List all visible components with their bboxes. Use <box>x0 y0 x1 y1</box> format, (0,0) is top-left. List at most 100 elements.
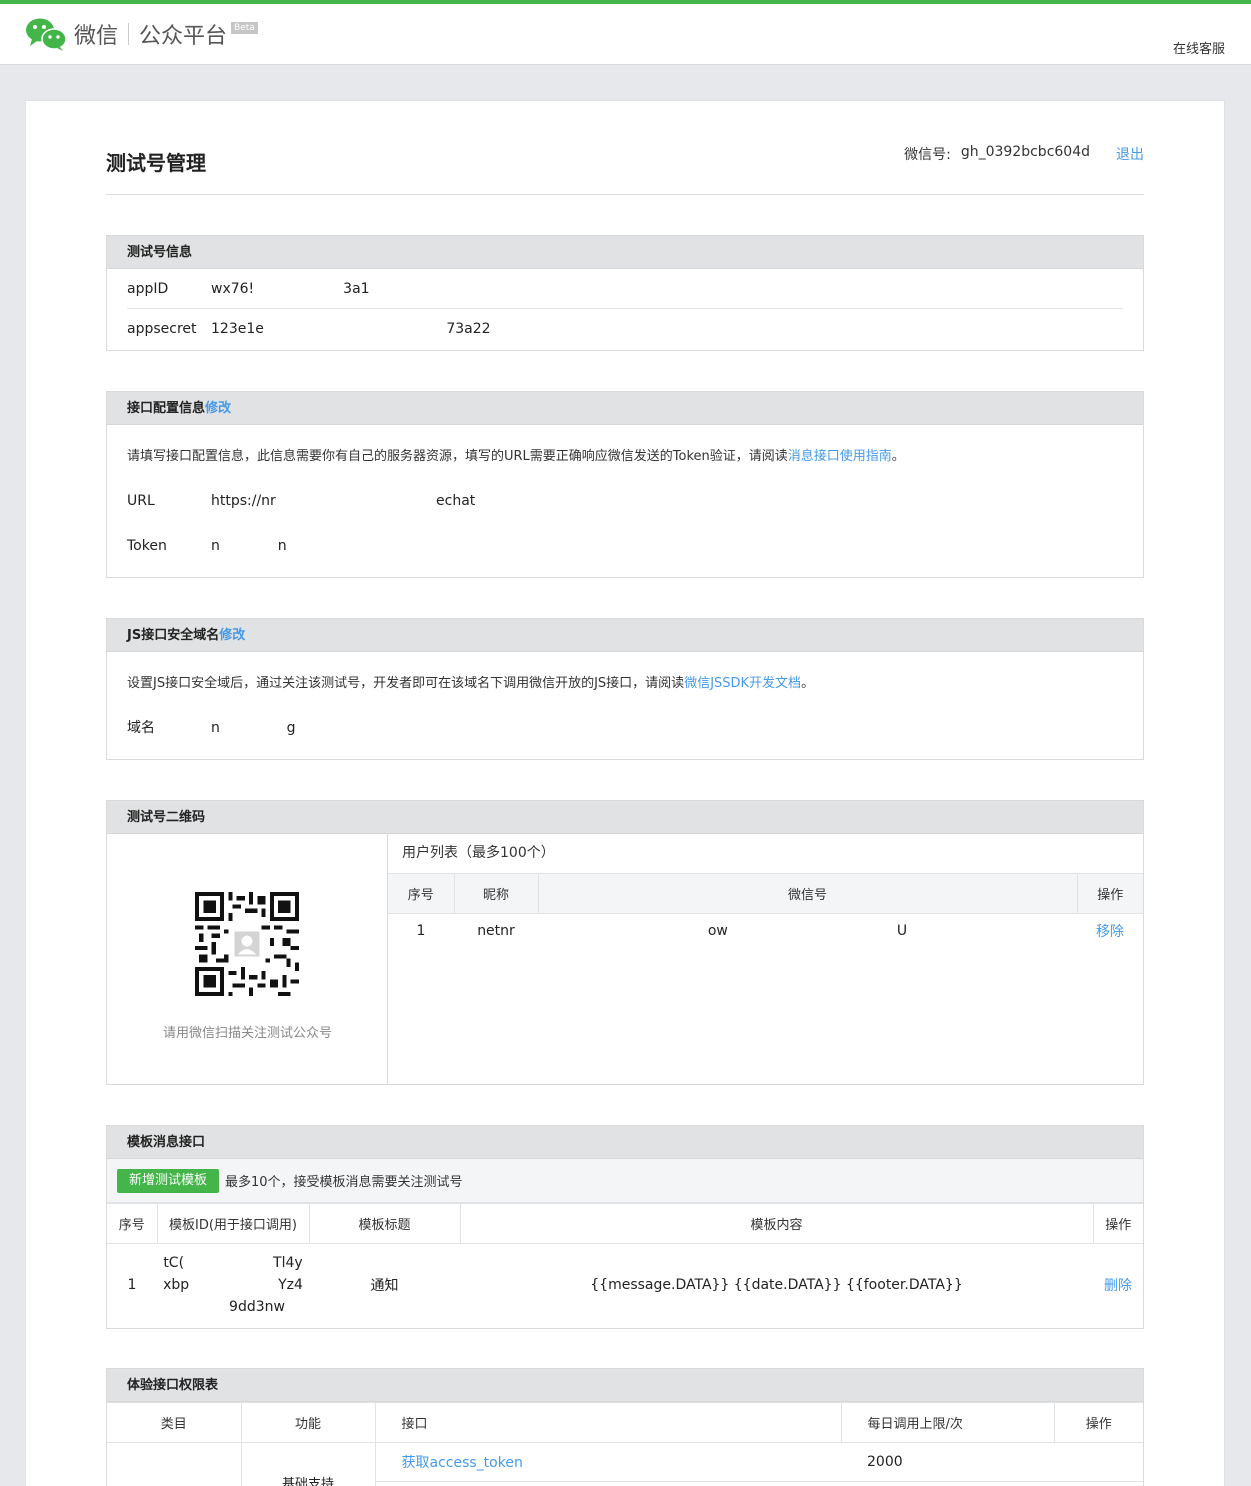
col-header-template-content: 模板内容 <box>459 1203 1094 1244</box>
desc-end: 。 <box>801 676 815 691</box>
account-value: gh_0392bcbc604d <box>960 144 1090 160</box>
table-row: 1 tC( Tl4y xbp Yz4 9dd3nw 通知 {{message.D… <box>107 1244 1143 1326</box>
appsecret-value: 123e1e 73a22 <box>211 321 491 337</box>
section-title: 测试号信息 <box>107 236 1143 269</box>
col-header-action: 操作 <box>1092 1203 1143 1244</box>
appid-value: wx76! 3a1 <box>211 281 370 297</box>
api-config-edit-link[interactable]: 修改 <box>205 401 231 416</box>
table-row: 基础支持 获取access_token 2000 <box>107 1442 1143 1486</box>
token-label: Token <box>127 538 167 554</box>
template-content: {{message.DATA}} {{date.DATA}} {{footer.… <box>590 1276 963 1293</box>
jssdk-doc-link[interactable]: 微信JSSDK开发文档 <box>684 676 801 691</box>
js-domain-section: JS接口安全域名修改 设置JS接口安全域后，通过关注该测试号，开发者即可在该域名… <box>106 618 1144 760</box>
wechat-logo-icon <box>24 16 68 52</box>
permission-limit-empty <box>841 1482 1054 1486</box>
template-id-line: tC( Tl4y <box>163 1254 303 1271</box>
col-header-template-id: 模板ID(用于接口调用) <box>156 1203 310 1244</box>
main-content: 测试号管理 微信号: gh_0392bcbc604d 退出 测试号信息 appI… <box>106 101 1144 1486</box>
section-title: 接口配置信息修改 <box>107 392 1143 425</box>
online-service-link[interactable]: 在线客服 <box>1173 38 1225 57</box>
url-row: URL https://nr echat <box>127 481 1123 521</box>
api-config-description: 请填写接口配置信息，此信息需要你有自己的服务器资源，填写的URL需要正确响应微信… <box>127 445 1123 467</box>
page-header: 测试号管理 微信号: gh_0392bcbc604d 退出 <box>106 101 1144 195</box>
col-header-function: 功能 <box>240 1402 376 1443</box>
add-test-template-button[interactable]: 新增测试模板 <box>117 1168 220 1193</box>
user-list-title: 用户列表（最多100个） <box>402 845 555 861</box>
domain-row: 域名 n g <box>127 708 1123 748</box>
appid-row: appID wx76! 3a1 <box>127 269 1123 309</box>
get-access-token-link[interactable]: 获取access_token <box>402 1455 523 1471</box>
page-title: 测试号管理 <box>106 151 206 175</box>
appsecret-row: appsecret 123e1e 73a22 <box>127 309 1123 349</box>
message-api-guide-link[interactable]: 消息接口使用指南 <box>788 449 892 464</box>
logo-text-platform: 公众平台 <box>139 24 228 49</box>
col-header-nickname: 昵称 <box>453 873 539 914</box>
permission-action-empty <box>1054 1482 1143 1486</box>
template-id-line: 9dd3nw <box>229 1298 285 1315</box>
logout-link[interactable]: 退出 <box>1116 144 1144 164</box>
permission-function: 基础支持 <box>241 1442 376 1486</box>
qrcode-section: 测试号二维码 请用微信扫描关注测试公众号 用户列表（最多100个） 序号 昵称 … <box>106 800 1144 1085</box>
permission-category <box>107 1442 242 1486</box>
permission-limit: 2000 <box>841 1442 1054 1482</box>
table-row: 1 netnr ow U 移除 <box>388 914 1143 948</box>
template-id-line: xbp Yz4 <box>163 1276 303 1293</box>
account-info: 微信号: gh_0392bcbc604d 退出 <box>904 144 1144 164</box>
js-domain-desc-text: 设置JS接口安全域后，通过关注该测试号，开发者即可在该域名下调用微信开放的JS接… <box>127 676 685 691</box>
permission-api-empty <box>375 1482 841 1486</box>
col-header-openid: 微信号 <box>537 873 1078 914</box>
top-bar: 微信 公众平台 Beta 在线客服 <box>0 0 1251 65</box>
domain-value: n g <box>211 720 296 736</box>
col-header-no: 序号 <box>388 873 455 914</box>
wechat-logo[interactable]: 微信 公众平台 Beta <box>24 14 258 54</box>
js-domain-edit-link[interactable]: 修改 <box>219 628 245 643</box>
appid-label: appID <box>127 281 169 297</box>
logo-text-wechat: 微信 <box>74 24 119 49</box>
token-value: n n <box>211 538 287 554</box>
api-config-desc-text: 请填写接口配置信息，此信息需要你有自己的服务器资源，填写的URL需要正确响应微信… <box>127 449 788 464</box>
domain-label: 域名 <box>127 720 155 736</box>
api-config-title: 接口配置信息 <box>127 401 206 416</box>
template-no: 1 <box>127 1276 137 1293</box>
template-title: 通知 <box>370 1277 399 1294</box>
api-permissions-section: 体验接口权限表 类目 功能 接口 每日调用上限/次 操作 基础支持 获取acce… <box>106 1368 1144 1486</box>
delete-template-link[interactable]: 删除 <box>1104 1278 1132 1294</box>
permission-action <box>1054 1442 1143 1482</box>
template-toolbar: 新增测试模板 最多10个，接受模板消息需要关注测试号 <box>107 1159 1143 1203</box>
beta-badge: Beta <box>231 22 258 34</box>
template-table: 序号 模板ID(用于接口调用) 模板标题 模板内容 操作 1 tC( Tl4y <box>107 1203 1143 1326</box>
user-openid: ow U <box>707 922 908 939</box>
user-list: 用户列表（最多100个） 序号 昵称 微信号 操作 1 netnr ow U 移… <box>388 834 1143 948</box>
col-header-daily-limit: 每日调用上限/次 <box>840 1402 1055 1443</box>
js-domain-description: 设置JS接口安全域后，通过关注该测试号，开发者即可在该域名下调用微信开放的JS接… <box>127 672 1123 694</box>
account-label: 微信号: <box>904 147 951 163</box>
qrcode-image <box>195 892 299 996</box>
section-title: 测试号二维码 <box>107 801 1143 834</box>
template-note: 最多10个，接受模板消息需要关注测试号 <box>225 1175 463 1190</box>
col-header-action: 操作 <box>1076 873 1143 914</box>
url-value: https://nr echat <box>211 493 476 509</box>
col-header-category: 类目 <box>107 1402 242 1443</box>
test-account-info-section: 测试号信息 appID wx76! 3a1 appsecret 123e1e 7… <box>106 235 1144 351</box>
qrcode-box: 请用微信扫描关注测试公众号 <box>107 834 388 1084</box>
main-panel: 测试号管理 微信号: gh_0392bcbc604d 退出 测试号信息 appI… <box>25 100 1225 1486</box>
permissions-table: 类目 功能 接口 每日调用上限/次 操作 基础支持 获取access_token… <box>107 1402 1143 1486</box>
section-title: JS接口安全域名修改 <box>107 619 1143 652</box>
desc-end: 。 <box>891 449 905 464</box>
template-id: tC( Tl4y xbp Yz4 9dd3nw <box>157 1244 309 1326</box>
token-row: Token n n <box>127 526 1123 566</box>
api-config-section: 接口配置信息修改 请填写接口配置信息，此信息需要你有自己的服务器资源，填写的UR… <box>106 391 1144 578</box>
js-domain-title: JS接口安全域名 <box>127 628 220 643</box>
url-label: URL <box>127 493 155 509</box>
user-no: 1 <box>416 922 426 939</box>
remove-user-link[interactable]: 移除 <box>1096 924 1124 940</box>
col-header-template-title: 模板标题 <box>308 1203 461 1244</box>
col-header-action: 操作 <box>1053 1402 1143 1443</box>
user-nickname: netnr <box>477 922 515 939</box>
col-header-api: 接口 <box>374 1402 842 1443</box>
col-header-no: 序号 <box>107 1203 158 1244</box>
logo-divider <box>128 23 130 45</box>
section-title: 体验接口权限表 <box>107 1369 1143 1402</box>
section-title: 模板消息接口 <box>107 1126 1143 1159</box>
appsecret-label: appsecret <box>127 321 197 337</box>
